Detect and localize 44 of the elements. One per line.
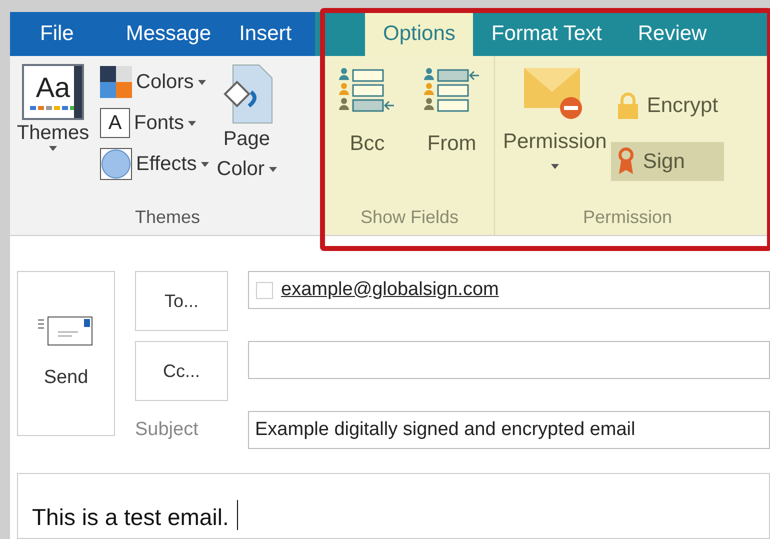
caret-icon — [268, 166, 277, 172]
permission-button[interactable]: Permission — [503, 68, 607, 204]
contact-checkbox-icon — [256, 282, 273, 298]
circle-icon — [100, 148, 132, 180]
cc-field[interactable] — [248, 341, 770, 379]
message-body[interactable]: This is a test email. — [17, 473, 770, 539]
ribbon-award-icon — [616, 147, 635, 176]
address-fields-icon — [422, 68, 481, 114]
theme-option-button[interactable]: A Fonts — [100, 108, 209, 138]
caret-icon — [198, 80, 206, 84]
ribbon-tab[interactable]: Format Text — [473, 12, 620, 56]
theme-option-button[interactable]: Colors — [100, 66, 209, 98]
to-field[interactable]: example@globalsign.com — [248, 271, 770, 309]
cc-button[interactable]: Cc... — [135, 341, 228, 401]
caret-icon — [49, 146, 57, 151]
recipient-link[interactable]: example@globalsign.com — [281, 276, 499, 304]
page-color-button[interactable]: Page Color — [216, 64, 277, 184]
ribbon-tab[interactable]: Message — [112, 12, 218, 56]
font-letter-icon: A — [100, 108, 130, 138]
theme-option-button[interactable]: Effects — [100, 148, 209, 180]
address-fields-icon — [338, 68, 396, 114]
to-button[interactable]: To... — [135, 271, 228, 331]
send-button[interactable]: Send — [17, 271, 115, 436]
themes-button[interactable]: Aa Themes — [10, 64, 96, 151]
color-squares-icon — [100, 66, 132, 98]
group-label: Show Fields — [359, 206, 460, 229]
ribbon-tab[interactable]: Review — [620, 12, 725, 56]
caret-icon — [550, 164, 559, 168]
ribbon-tab[interactable]: Insert — [225, 12, 298, 56]
themes-icon: Aa — [22, 64, 84, 120]
show-field-button[interactable]: From — [422, 68, 481, 204]
envelope-icon — [38, 314, 94, 346]
caret-icon — [188, 120, 196, 126]
ribbon-tab[interactable]: Options — [365, 12, 474, 56]
group-label: Themes — [134, 206, 202, 229]
permission-option-button[interactable]: Encrypt — [610, 86, 724, 126]
ribbon-tab[interactable]: File — [10, 12, 104, 56]
subject-field[interactable]: Example digitally signed and encrypted email — [248, 411, 770, 449]
caret-icon — [200, 162, 209, 166]
subject-label: Subject — [135, 418, 200, 442]
show-field-button[interactable]: Bcc — [338, 68, 396, 204]
padlock-icon — [616, 92, 639, 120]
permission-option-button[interactable]: Sign — [610, 142, 724, 181]
group-label: Permission — [582, 206, 674, 229]
